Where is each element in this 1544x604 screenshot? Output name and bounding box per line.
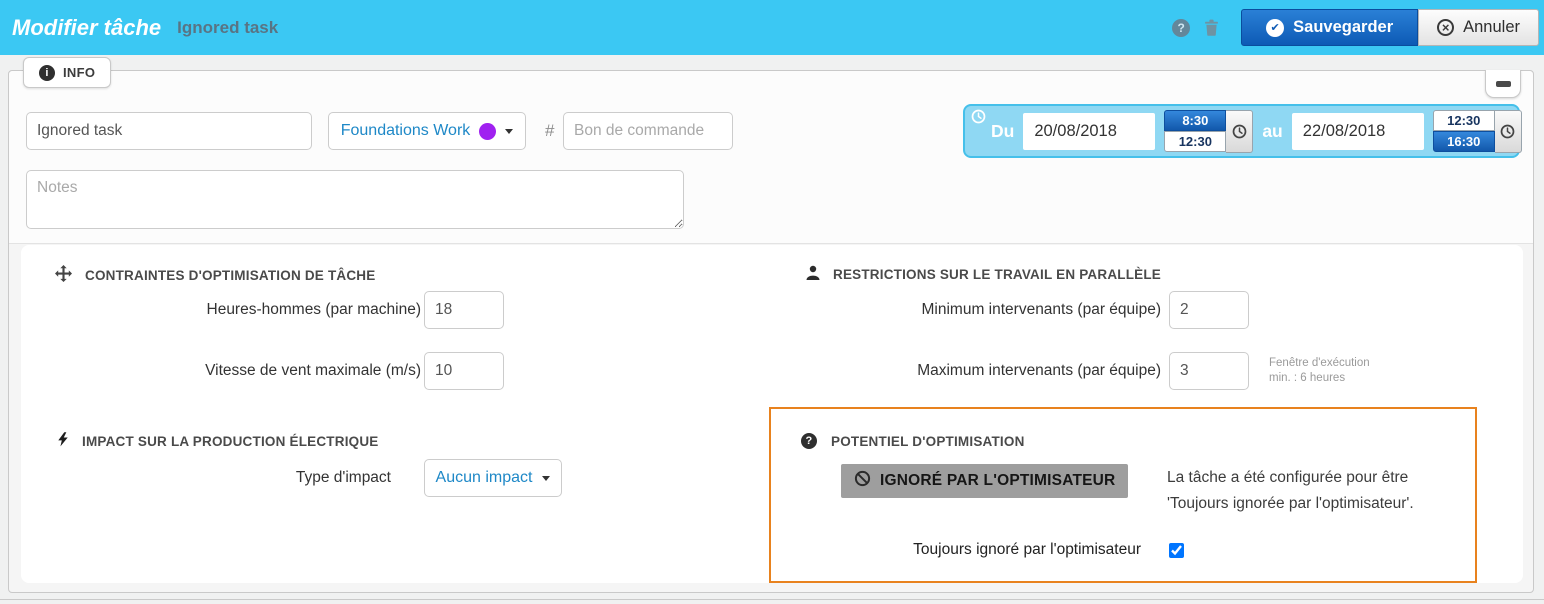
lightning-icon bbox=[57, 431, 69, 451]
category-label: Foundations Work bbox=[341, 122, 471, 140]
end-date-input[interactable] bbox=[1292, 113, 1424, 150]
check-circle-icon: ✔ bbox=[1266, 19, 1284, 37]
page-bottom-divider bbox=[0, 599, 1544, 600]
help-icon[interactable]: ? bbox=[1172, 19, 1190, 37]
min-workers-input[interactable] bbox=[1169, 291, 1249, 329]
section-restrictions-title: RESTRICTIONS SUR LE TRAVAIL EN PARALLÈLE bbox=[833, 267, 1161, 282]
move-icon bbox=[55, 265, 72, 285]
collapse-panel-button[interactable] bbox=[1485, 70, 1521, 98]
order-number-input[interactable] bbox=[563, 112, 733, 150]
task-edit-panel: i INFO Foundations Work # Du 8:30 12:30 bbox=[8, 70, 1534, 593]
min-workers-label: Minimum intervenants (par équipe) bbox=[661, 301, 1161, 319]
task-name-input[interactable] bbox=[26, 112, 312, 150]
tab-info-label: INFO bbox=[63, 65, 95, 80]
info-icon: i bbox=[39, 65, 55, 81]
ignored-badge-label: IGNORÉ PAR L'OPTIMISATEUR bbox=[880, 472, 1115, 490]
section-impact-header: IMPACT SUR LA PRODUCTION ÉLECTRIQUE bbox=[57, 431, 379, 451]
minus-icon bbox=[1496, 81, 1511, 87]
max-workers-input[interactable] bbox=[1169, 352, 1249, 390]
optimization-description-line2: 'Toujours ignorée par l'optimisateur'. bbox=[1167, 495, 1414, 512]
chevron-down-icon bbox=[542, 476, 550, 481]
section-constraints-header: CONTRAINTES D'OPTIMISATION DE TÂCHE bbox=[55, 265, 375, 285]
task-title: Ignored task bbox=[177, 18, 278, 38]
question-circle-icon: ? bbox=[801, 433, 817, 449]
man-hours-input[interactable] bbox=[424, 291, 504, 329]
section-constraints-title: CONTRAINTES D'OPTIMISATION DE TÂCHE bbox=[85, 268, 375, 283]
cancel-button-label: Annuler bbox=[1463, 18, 1520, 37]
optimization-description: La tâche a été configurée pour être 'Tou… bbox=[1167, 465, 1414, 516]
start-time-begin[interactable]: 8:30 bbox=[1164, 110, 1226, 131]
impact-type-label: Type d'impact bbox=[21, 469, 391, 487]
tab-info[interactable]: i INFO bbox=[23, 57, 111, 88]
optimization-highlight-box: ? POTENTIEL D'OPTIMISATION IGNORÉ PAR L'… bbox=[769, 407, 1477, 583]
always-ignored-checkbox[interactable] bbox=[1169, 543, 1184, 558]
header-actions: ✔ Sauvegarder × Annuler bbox=[1241, 9, 1539, 46]
settings-card: CONTRAINTES D'OPTIMISATION DE TÂCHE Heur… bbox=[21, 245, 1523, 583]
ignored-by-optimizer-badge: IGNORÉ PAR L'OPTIMISATEUR bbox=[841, 464, 1128, 498]
max-workers-row: Maximum intervenants (par équipe) Fenêtr… bbox=[661, 352, 1370, 390]
section-impact-title: IMPACT SUR LA PRODUCTION ÉLECTRIQUE bbox=[82, 434, 379, 449]
order-hash-label: # bbox=[545, 112, 554, 150]
save-button[interactable]: ✔ Sauvegarder bbox=[1241, 9, 1418, 46]
wind-speed-label: Vitesse de vent maximale (m/s) bbox=[21, 362, 421, 380]
section-optimization-header: ? POTENTIEL D'OPTIMISATION bbox=[801, 433, 1025, 449]
header-bar: Modifier tâche Ignored task ? ✔ Sauvegar… bbox=[0, 0, 1544, 55]
start-time-end[interactable]: 12:30 bbox=[1164, 131, 1226, 152]
clock-icon bbox=[971, 109, 986, 129]
always-ignored-row: Toujours ignoré par l'optimisateur bbox=[771, 537, 1184, 563]
always-ignored-label: Toujours ignoré par l'optimisateur bbox=[771, 541, 1141, 559]
section-restrictions-header: RESTRICTIONS SUR LE TRAVAIL EN PARALLÈLE bbox=[806, 265, 1161, 284]
end-time-stack: 12:30 16:30 bbox=[1433, 110, 1495, 152]
section-optimization-title: POTENTIEL D'OPTIMISATION bbox=[831, 434, 1025, 449]
ban-icon bbox=[854, 470, 871, 492]
wind-speed-input[interactable] bbox=[424, 352, 504, 390]
person-icon bbox=[806, 265, 820, 284]
start-time-group: 8:30 12:30 bbox=[1164, 109, 1253, 153]
min-workers-row: Minimum intervenants (par équipe) bbox=[661, 291, 1249, 329]
impact-type-value: Aucun impact bbox=[436, 469, 533, 487]
to-label: au bbox=[1262, 121, 1282, 142]
execution-window-note: Fenêtre d'exécution min. : 6 heures bbox=[1269, 356, 1370, 386]
category-color-dot bbox=[479, 123, 496, 140]
execution-window-note-line1: Fenêtre d'exécution bbox=[1269, 357, 1370, 369]
max-workers-label: Maximum intervenants (par équipe) bbox=[661, 362, 1161, 380]
category-dropdown[interactable]: Foundations Work bbox=[328, 112, 526, 150]
trash-icon[interactable] bbox=[1204, 19, 1219, 36]
start-time-stack: 8:30 12:30 bbox=[1164, 110, 1226, 152]
close-circle-icon: × bbox=[1437, 19, 1454, 36]
start-time-picker-button[interactable] bbox=[1226, 110, 1253, 153]
end-time-group: 12:30 16:30 bbox=[1433, 109, 1522, 153]
start-date-input[interactable] bbox=[1023, 113, 1155, 150]
man-hours-row: Heures-hommes (par machine) bbox=[21, 291, 504, 329]
save-button-label: Sauvegarder bbox=[1293, 18, 1393, 37]
impact-type-dropdown[interactable]: Aucun impact bbox=[424, 459, 562, 497]
date-range-widget: Du 8:30 12:30 au 12:30 16:30 bbox=[963, 104, 1520, 158]
execution-window-note-line2: min. : 6 heures bbox=[1269, 372, 1345, 384]
from-label: Du bbox=[991, 121, 1014, 142]
cancel-button[interactable]: × Annuler bbox=[1418, 9, 1539, 46]
chevron-down-icon bbox=[505, 129, 513, 134]
man-hours-label: Heures-hommes (par machine) bbox=[21, 301, 421, 319]
notes-textarea[interactable] bbox=[26, 170, 684, 229]
impact-type-row: Type d'impact Aucun impact bbox=[21, 459, 562, 497]
end-time-begin[interactable]: 12:30 bbox=[1433, 110, 1495, 131]
page-title: Modifier tâche bbox=[12, 15, 161, 41]
end-time-end[interactable]: 16:30 bbox=[1433, 131, 1495, 152]
end-time-picker-button[interactable] bbox=[1495, 110, 1522, 153]
optimization-description-line1: La tâche a été configurée pour être bbox=[1167, 469, 1408, 486]
wind-speed-row: Vitesse de vent maximale (m/s) bbox=[21, 352, 504, 390]
